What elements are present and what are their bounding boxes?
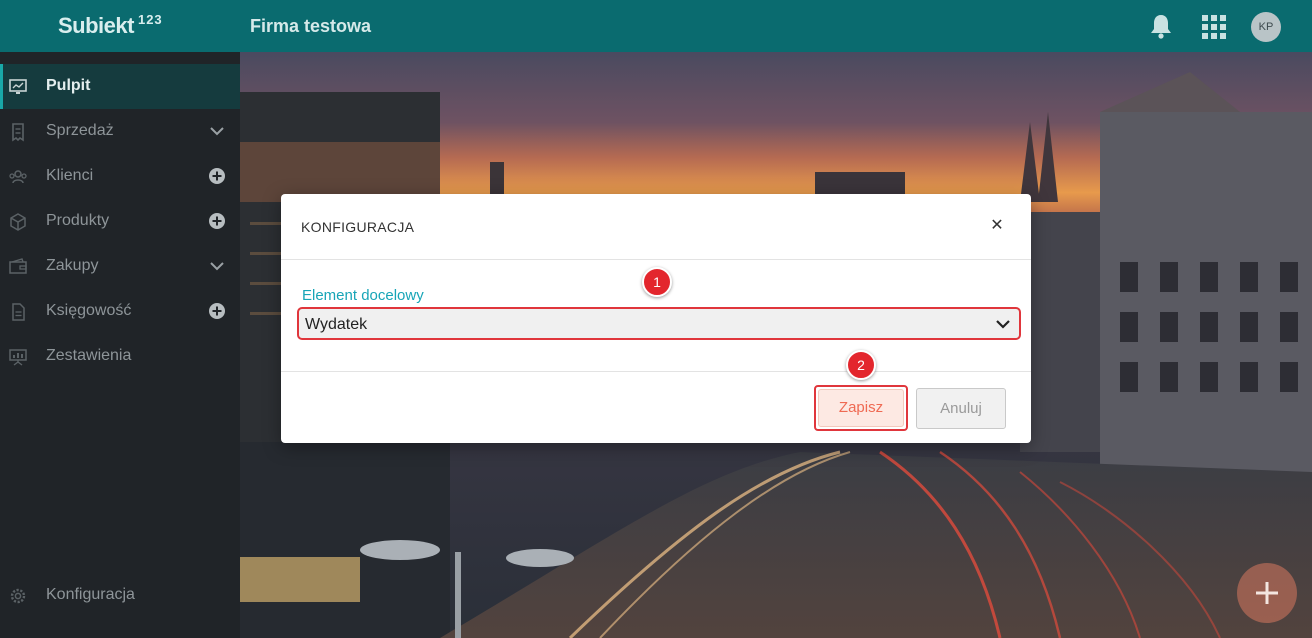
- plus-circle-icon[interactable]: [208, 212, 226, 230]
- apps-grid-icon[interactable]: [1201, 14, 1227, 40]
- bell-icon[interactable]: [1148, 12, 1174, 40]
- chevron-down-icon[interactable]: [208, 122, 226, 140]
- sidebar-item-label: Klienci: [46, 167, 94, 184]
- annotation-badge-2: 2: [846, 350, 876, 380]
- close-icon[interactable]: ✕: [989, 218, 1005, 234]
- target-element-select[interactable]: Wydatek: [297, 307, 1021, 340]
- plus-circle-icon[interactable]: [208, 167, 226, 185]
- sidebar-item-produkty[interactable]: Produkty: [0, 199, 240, 244]
- annotation-badge-1: 1: [642, 267, 672, 297]
- configuration-dialog: KONFIGURACJA ✕ Element docelowy Wydatek …: [281, 194, 1031, 443]
- dialog-title: KONFIGURACJA: [301, 219, 415, 235]
- divider: [281, 259, 1031, 260]
- sidebar: Pulpit Sprzedaż Klienci Produkty Zakupy …: [0, 52, 240, 638]
- sidebar-item-label: Sprzedaż: [46, 122, 114, 139]
- sidebar-item-label: Konfiguracja: [46, 586, 135, 603]
- plus-circle-icon[interactable]: [208, 302, 226, 320]
- presentation-icon: [9, 349, 27, 366]
- gear-icon: [10, 588, 26, 604]
- chevron-down-icon: [996, 320, 1010, 329]
- chevron-down-icon[interactable]: [208, 257, 226, 275]
- sidebar-item-label: Pulpit: [46, 77, 91, 94]
- sidebar-item-label: Zakupy: [46, 257, 99, 274]
- sidebar-item-klienci[interactable]: Klienci: [0, 154, 240, 199]
- save-button[interactable]: Zapisz: [814, 385, 908, 431]
- divider: [281, 371, 1031, 372]
- sidebar-item-pulpit[interactable]: Pulpit: [0, 64, 240, 109]
- sidebar-item-zakupy[interactable]: Zakupy: [0, 244, 240, 289]
- select-value: Wydatek: [305, 316, 368, 333]
- cancel-button[interactable]: Anuluj: [916, 388, 1006, 429]
- document-icon: [12, 303, 25, 321]
- target-element-label: Element docelowy: [302, 287, 424, 304]
- sidebar-item-label: Księgowość: [46, 302, 132, 319]
- floating-add-button[interactable]: [1237, 563, 1297, 623]
- desktop-icon: [9, 79, 27, 94]
- user-avatar[interactable]: KP: [1251, 12, 1281, 42]
- box-icon: [10, 213, 26, 231]
- sidebar-item-ksiegowosc[interactable]: Księgowość: [0, 289, 240, 334]
- sidebar-item-label: Zestawienia: [46, 347, 132, 364]
- users-icon: [9, 170, 27, 184]
- app-logo[interactable]: Subiekt 123: [58, 12, 163, 39]
- sidebar-item-sprzedaz[interactable]: Sprzedaż: [0, 109, 240, 154]
- wallet-icon: [9, 258, 27, 274]
- sidebar-item-zestawienia[interactable]: Zestawienia: [0, 334, 240, 379]
- top-bar: Subiekt 123 Firma testowa KP: [0, 0, 1312, 52]
- save-button-label: Zapisz: [818, 389, 904, 427]
- company-name[interactable]: Firma testowa: [250, 16, 371, 37]
- plus-icon: [1256, 582, 1278, 604]
- receipt-icon: [12, 123, 24, 142]
- sidebar-item-label: Produkty: [46, 212, 110, 229]
- sidebar-item-konfiguracja[interactable]: Konfiguracja: [0, 573, 240, 618]
